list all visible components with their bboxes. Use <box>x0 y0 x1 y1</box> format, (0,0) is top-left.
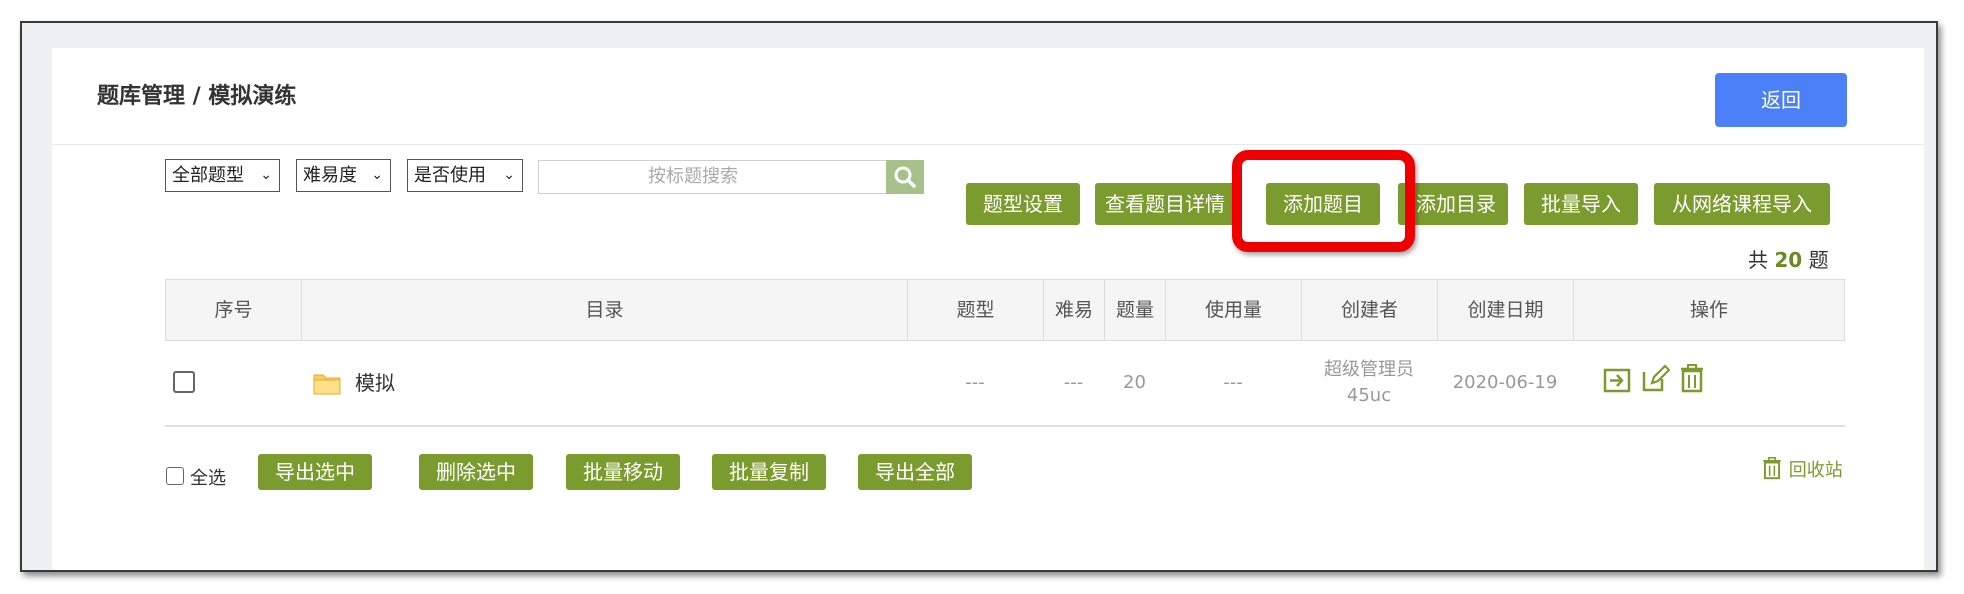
breadcrumb: 题库管理 / 模拟演练 <box>97 84 297 109</box>
column-header: 题量 <box>1105 280 1166 340</box>
difficulty-filter-value: 难易度 <box>303 165 357 186</box>
search-input[interactable]: 按标题搜索 <box>538 160 888 194</box>
used-filter-value: 是否使用 <box>414 165 486 186</box>
cell-creator: 超级管理员 45uc <box>1301 341 1437 425</box>
select-all-label[interactable]: 全选 <box>190 464 226 490</box>
cell-date: 2020-06-19 <box>1452 372 1558 393</box>
add-question-button[interactable]: 添加题目 <box>1266 183 1380 225</box>
cell-count: 20 <box>1123 372 1146 393</box>
column-header: 难易 <box>1044 280 1105 340</box>
total-prefix: 共 <box>1748 248 1768 272</box>
trash-icon <box>1763 457 1781 480</box>
chevron-down-icon: ⌄ <box>503 167 515 183</box>
export-selected-button[interactable]: 导出选中 <box>258 454 372 490</box>
recycle-bin-label: 回收站 <box>1788 460 1843 481</box>
view-details-button[interactable]: 查看题目详情 <box>1095 183 1235 225</box>
column-header: 创建日期 <box>1438 280 1574 340</box>
creator-id: 45uc <box>1346 385 1392 406</box>
search-icon <box>894 166 916 188</box>
batch-copy-button[interactable]: 批量复制 <box>712 454 826 490</box>
folder-icon <box>313 374 341 395</box>
table-row[interactable]: 模拟 --- --- 20 --- 超级管理员 45uc 2020-06-19 <box>165 341 1845 427</box>
table-header: 序号 目录 题型 难易 题量 使用量 创建者 创建日期 操作 <box>165 279 1845 341</box>
import-from-course-button[interactable]: 从网络课程导入 <box>1654 183 1830 225</box>
type-settings-button[interactable]: 题型设置 <box>966 183 1080 225</box>
select-all-checkbox[interactable] <box>166 467 184 485</box>
type-filter-value: 全部题型 <box>172 165 244 186</box>
used-filter-select[interactable]: 是否使用 ⌄ <box>407 159 523 192</box>
delete-selected-button[interactable]: 删除选中 <box>419 454 533 490</box>
column-header: 操作 <box>1689 299 1728 321</box>
search-button[interactable] <box>886 160 924 194</box>
column-header: 使用量 <box>1166 280 1302 340</box>
total-suffix: 题 <box>1808 248 1829 272</box>
batch-move-button[interactable]: 批量移动 <box>566 454 680 490</box>
column-header: 序号 <box>166 280 302 340</box>
difficulty-filter-select[interactable]: 难易度 ⌄ <box>296 159 391 192</box>
total-count: 共 20 题 <box>1748 244 1829 273</box>
back-button[interactable]: 返回 <box>1715 73 1847 127</box>
column-header: 创建者 <box>1302 280 1438 340</box>
chevron-down-icon: ⌄ <box>260 167 272 183</box>
directory-name[interactable]: 模拟 <box>355 341 395 425</box>
type-filter-select[interactable]: 全部题型 ⌄ <box>165 159 280 192</box>
cell-difficulty: --- <box>1063 372 1084 393</box>
chevron-down-icon: ⌄ <box>371 167 383 183</box>
cell-type: --- <box>965 372 985 393</box>
total-number: 20 <box>1774 248 1803 272</box>
move-icon[interactable] <box>1602 365 1632 395</box>
creator-name: 超级管理员 <box>1324 359 1414 380</box>
recycle-bin-link[interactable]: 回收站 <box>1761 455 1843 482</box>
batch-import-button[interactable]: 批量导入 <box>1524 183 1638 225</box>
column-header: 题型 <box>908 280 1044 340</box>
export-all-button[interactable]: 导出全部 <box>858 454 972 490</box>
page-header: 题库管理 / 模拟演练 返回 <box>52 48 1924 145</box>
cell-usage: --- <box>1223 372 1243 393</box>
row-checkbox[interactable] <box>173 371 195 393</box>
edit-icon[interactable] <box>1640 364 1670 394</box>
trash-icon[interactable] <box>1678 363 1706 393</box>
column-header: 目录 <box>302 280 908 340</box>
